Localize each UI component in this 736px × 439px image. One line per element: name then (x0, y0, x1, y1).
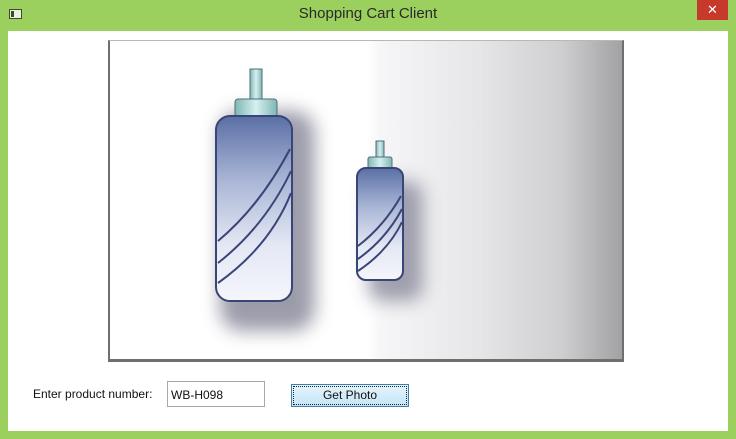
get-photo-button[interactable]: Get Photo (291, 384, 409, 407)
app-window: Shopping Cart Client ✕ Enter product num… (0, 0, 736, 439)
window-title: Shopping Cart Client (298, 5, 438, 22)
product-number-input[interactable] (167, 381, 265, 407)
product-photo (108, 40, 624, 362)
client-area: Enter product number: Get Photo (8, 31, 728, 431)
close-button[interactable]: ✕ (697, 0, 728, 20)
title-bar[interactable]: Shopping Cart Client ✕ (0, 0, 736, 30)
product-number-label: Enter product number: (33, 387, 153, 401)
water-bottle-image (110, 41, 622, 359)
